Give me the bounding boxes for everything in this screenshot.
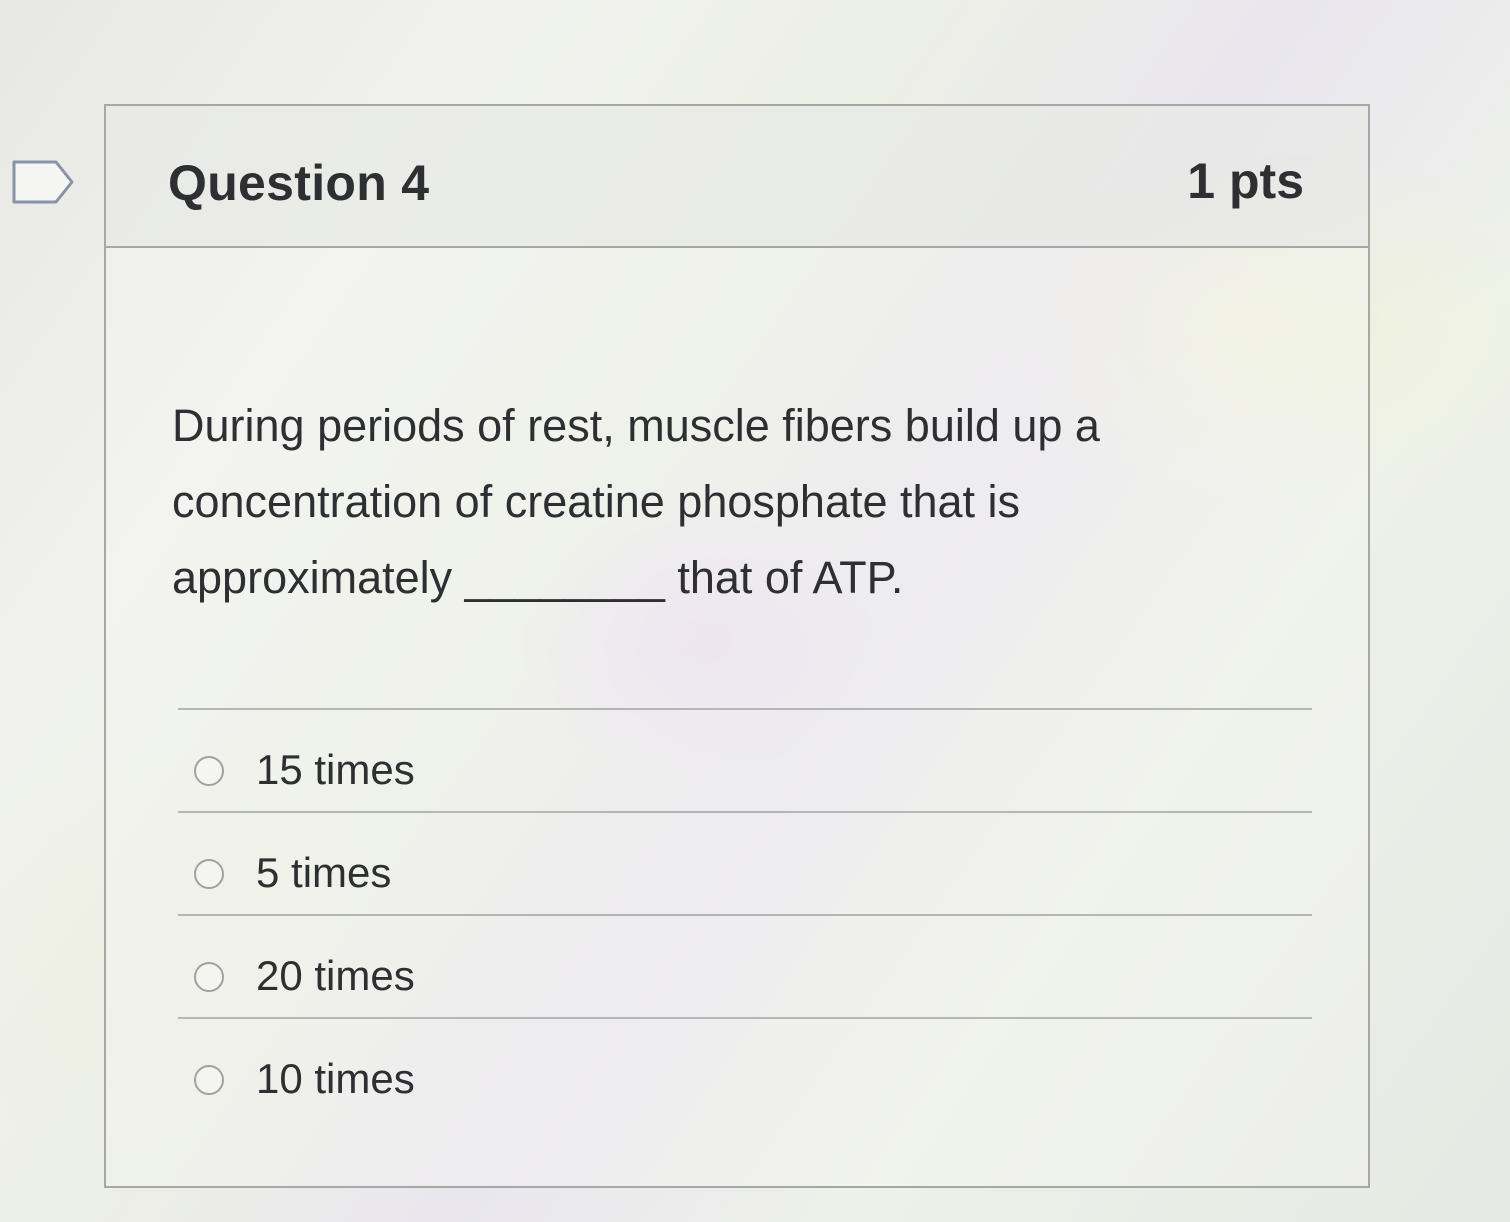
radio-button[interactable] xyxy=(194,756,224,786)
flag-question-icon[interactable] xyxy=(12,160,74,204)
radio-button[interactable] xyxy=(194,1065,224,1095)
answer-option[interactable]: 10 times xyxy=(178,1019,1312,1122)
question-text: During periods of rest, muscle fibers bu… xyxy=(172,400,1100,603)
question-header: Question 4 1 pts xyxy=(106,106,1368,248)
answer-option[interactable]: 15 times xyxy=(178,710,1312,813)
radio-button[interactable] xyxy=(194,859,224,889)
answer-label[interactable]: 15 times xyxy=(256,746,415,794)
question-card: Question 4 1 pts During periods of rest,… xyxy=(104,104,1370,1188)
answer-label[interactable]: 10 times xyxy=(256,1055,415,1103)
answer-list: 15 times 5 times 20 times 10 times xyxy=(178,708,1312,1122)
answer-label[interactable]: 20 times xyxy=(256,952,415,1000)
answer-option[interactable]: 5 times xyxy=(178,813,1312,916)
question-points: 1 pts xyxy=(1187,153,1304,209)
radio-button[interactable] xyxy=(194,962,224,992)
answer-option[interactable]: 20 times xyxy=(178,916,1312,1019)
question-title: Question 4 xyxy=(168,155,430,211)
answer-label[interactable]: 5 times xyxy=(256,849,391,897)
